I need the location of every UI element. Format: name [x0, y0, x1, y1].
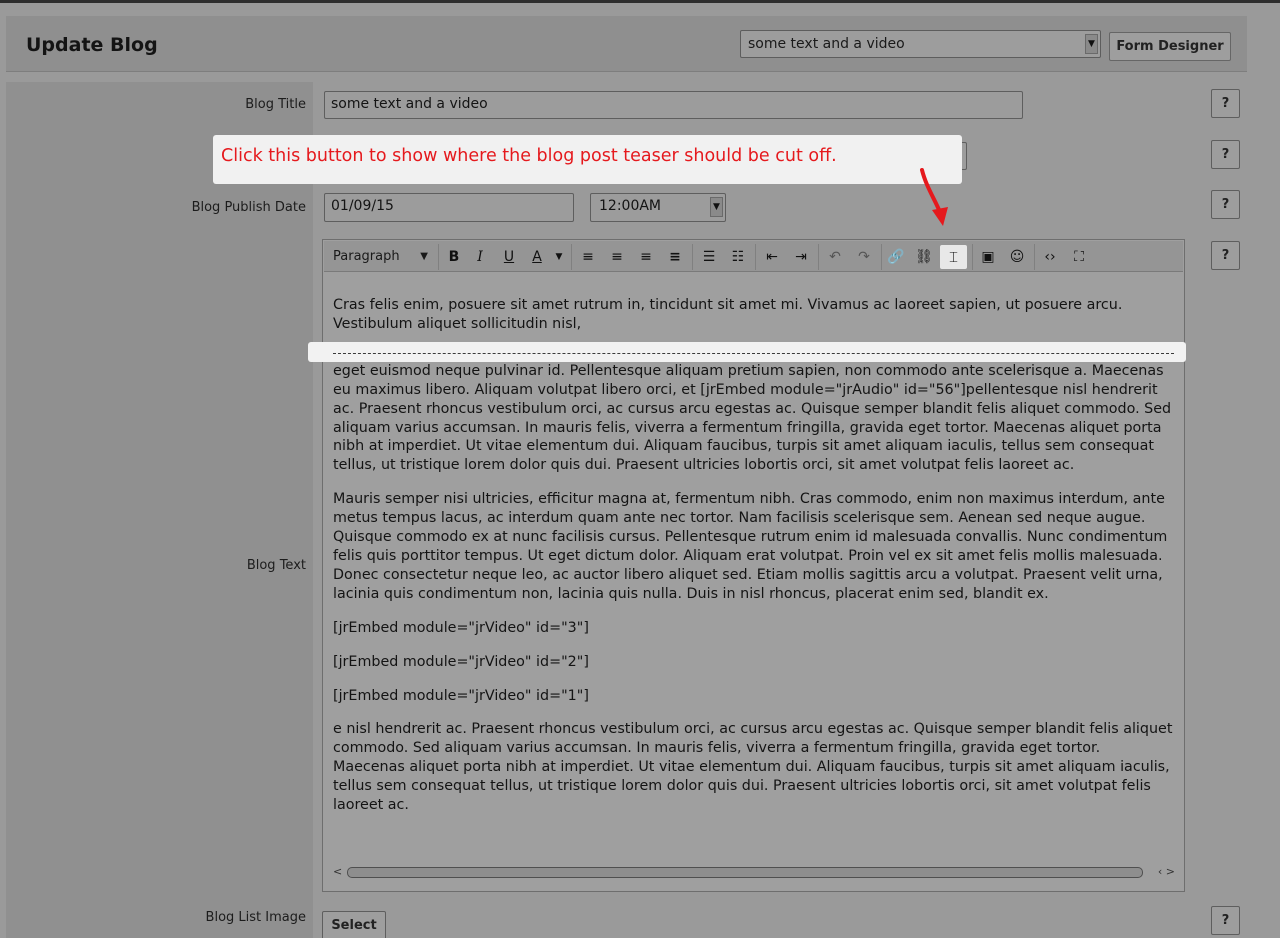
content-paragraph: [jrEmbed module="jrVideo" id="1"]	[333, 687, 589, 704]
align-left-icon[interactable]: ≡	[576, 245, 600, 269]
editor-toolbar: Paragraph ▼ B I U A ▼ ≡ ≡ ≡ ≡ ☰ ☷ ⇤ ⇥ ↶ …	[324, 241, 1183, 272]
bullet-list-icon[interactable]: ☰	[697, 245, 721, 269]
page: Update Blog some text and a video ▼ Form…	[0, 0, 1280, 938]
format-select[interactable]: Paragraph ▼	[327, 245, 434, 269]
link-icon[interactable]: 🔗	[884, 245, 908, 269]
emoticon-icon[interactable]: ☺	[1005, 245, 1029, 269]
align-center-icon[interactable]: ≡	[605, 245, 629, 269]
undo-icon[interactable]: ↶	[823, 245, 847, 269]
content-paragraph: eget euismod neque pulvinar id. Pellente…	[333, 362, 1172, 474]
bold-button[interactable]: B	[443, 245, 465, 269]
caret-down-icon: ▼	[420, 251, 428, 262]
publish-date-input[interactable]: 01/09/15	[324, 193, 574, 222]
toolbar-separator	[1034, 244, 1035, 270]
toolbar-separator	[755, 244, 756, 270]
underline-button[interactable]: U	[498, 245, 520, 269]
content-paragraph: Cras felis enim, posuere sit amet rutrum…	[333, 297, 1123, 332]
align-justify-icon[interactable]: ≡	[663, 245, 687, 269]
toolbar-separator	[438, 244, 439, 270]
chevron-down-icon: ▼	[710, 197, 723, 217]
help-button-category[interactable]: ?	[1211, 140, 1240, 169]
rich-text-editor[interactable]: Paragraph ▼ B I U A ▼ ≡ ≡ ≡ ≡ ☰ ☷ ⇤ ⇥ ↶ …	[308, 239, 1186, 892]
text-color-button[interactable]: A	[527, 245, 547, 269]
indent-icon[interactable]: ⇥	[789, 245, 813, 269]
source-code-icon[interactable]: ‹›	[1038, 245, 1062, 269]
fullscreen-icon[interactable]: ⛶	[1067, 245, 1091, 269]
blog-title-label: Blog Title	[245, 97, 306, 112]
blog-list-image-label: Blog List Image	[205, 910, 306, 925]
publish-time-value: 12:00AM	[599, 198, 662, 214]
content-paragraph: e nisl hendrerit ac. Praesent rhoncus ve…	[333, 721, 1173, 814]
form-select[interactable]: some text and a video ▼	[740, 30, 1101, 58]
text-color-caret-icon[interactable]: ▼	[552, 245, 566, 269]
scrollbar-thumb[interactable]	[347, 867, 1143, 878]
numbered-list-icon[interactable]: ☷	[726, 245, 750, 269]
annotation-arrow-icon	[920, 168, 948, 226]
read-more-break-icon[interactable]: ⌶	[940, 245, 967, 269]
outdent-icon[interactable]: ⇤	[760, 245, 784, 269]
toolbar-separator	[692, 244, 693, 270]
content-paragraph: [jrEmbed module="jrVideo" id="2"]	[333, 653, 589, 670]
form-designer-button[interactable]: Form Designer	[1109, 32, 1231, 61]
help-button-date[interactable]: ?	[1211, 190, 1240, 219]
help-button-image[interactable]: ?	[1211, 906, 1240, 935]
editor-content[interactable]: Cras felis enim, posuere sit amet rutrum…	[333, 296, 1173, 815]
form-select-value: some text and a video	[748, 36, 905, 52]
format-select-value: Paragraph	[333, 249, 400, 264]
header-bar: Update Blog some text and a video ▼ Form…	[6, 16, 1247, 72]
blog-title-input[interactable]: some text and a video	[324, 91, 1023, 119]
unlink-icon[interactable]: ⛓	[912, 245, 936, 269]
help-button-title[interactable]: ?	[1211, 89, 1240, 118]
toolbar-separator	[571, 244, 572, 270]
annotation-callout: Click this button to show where the blog…	[213, 135, 962, 184]
toolbar-separator	[972, 244, 973, 270]
help-button-text[interactable]: ?	[1211, 241, 1240, 270]
select-image-button[interactable]: Select	[322, 911, 386, 938]
scroll-right-icon[interactable]: ‹ >	[1158, 865, 1175, 878]
annotation-text: Click this button to show where the blog…	[221, 146, 837, 166]
content-paragraph: Mauris semper nisi ultricies, efficitur …	[333, 491, 1168, 602]
italic-button[interactable]: I	[469, 245, 491, 269]
media-icon[interactable]: ▣	[976, 245, 1000, 269]
align-right-icon[interactable]: ≡	[634, 245, 658, 269]
scroll-left-icon[interactable]: <	[333, 865, 342, 878]
content-paragraph: [jrEmbed module="jrVideo" id="3"]	[333, 619, 589, 636]
publish-time-select[interactable]: 12:00AM ▼	[590, 193, 726, 222]
blog-text-label: Blog Text	[246, 558, 306, 573]
page-title: Update Blog	[26, 34, 158, 56]
chevron-down-icon: ▼	[1085, 34, 1098, 54]
horizontal-scrollbar[interactable]: < ‹ >	[333, 865, 1175, 880]
toolbar-separator	[881, 244, 882, 270]
publish-date-label: Blog Publish Date	[191, 200, 306, 215]
toolbar-separator	[818, 244, 819, 270]
redo-icon[interactable]: ↷	[852, 245, 876, 269]
